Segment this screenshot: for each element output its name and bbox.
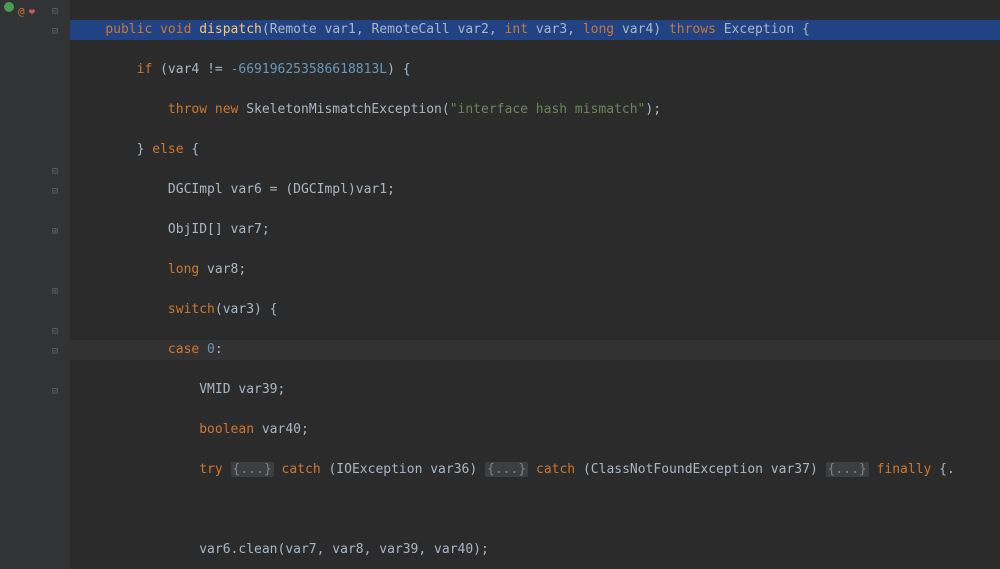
folded-region[interactable]: {...} [826, 462, 869, 477]
fold-icon[interactable]: ⊟ [52, 22, 58, 42]
fold-icon[interactable]: ⊞ [52, 222, 58, 242]
code-line[interactable] [70, 500, 1000, 520]
code-line[interactable]: case 0: [70, 340, 1000, 360]
folded-region[interactable]: {...} [485, 462, 528, 477]
fold-icon[interactable]: ⊟ [52, 2, 58, 22]
code-line[interactable]: var6.clean(var7, var8, var39, var40); [70, 540, 1000, 560]
folded-region[interactable]: {...} [231, 462, 274, 477]
code-editor: @ ❤ ⊟ ⊟ ⊟ ⊟ ⊞ ⊞ ⊟ ⊟ ⊟ public void dispat… [0, 0, 1000, 569]
code-line[interactable]: try {...} catch (IOException var36) {...… [70, 460, 1000, 480]
breakpoint-icons: @ ❤ [4, 2, 35, 22]
code-line[interactable]: DGCImpl var6 = (DGCImpl)var1; [70, 180, 1000, 200]
at-icon: @ [18, 2, 25, 22]
fold-icon[interactable]: ⊟ [52, 162, 58, 182]
gutter: @ ❤ ⊟ ⊟ ⊟ ⊟ ⊞ ⊞ ⊟ ⊟ ⊟ [0, 0, 70, 569]
fold-icon[interactable]: ⊞ [52, 282, 58, 302]
code-line[interactable]: boolean var40; [70, 420, 1000, 440]
bookmark-icon[interactable]: ❤ [29, 2, 36, 22]
code-line[interactable]: ObjID[] var7; [70, 220, 1000, 240]
fold-icon[interactable]: ⊟ [52, 182, 58, 202]
code-line[interactable]: public void dispatch(Remote var1, Remote… [70, 20, 1000, 40]
code-line[interactable]: switch(var3) { [70, 300, 1000, 320]
code-line[interactable]: if (var4 != -669196253586618813L) { [70, 60, 1000, 80]
fold-icon[interactable]: ⊟ [52, 342, 58, 362]
code-line[interactable]: throw new SkeletonMismatchException("int… [70, 100, 1000, 120]
code-line[interactable]: long var8; [70, 260, 1000, 280]
fold-icon[interactable]: ⊟ [52, 322, 58, 342]
code-area[interactable]: public void dispatch(Remote var1, Remote… [70, 0, 1000, 569]
run-icon[interactable] [4, 2, 14, 12]
fold-icon[interactable]: ⊟ [52, 382, 58, 402]
code-line[interactable]: VMID var39; [70, 380, 1000, 400]
code-line[interactable]: } else { [70, 140, 1000, 160]
